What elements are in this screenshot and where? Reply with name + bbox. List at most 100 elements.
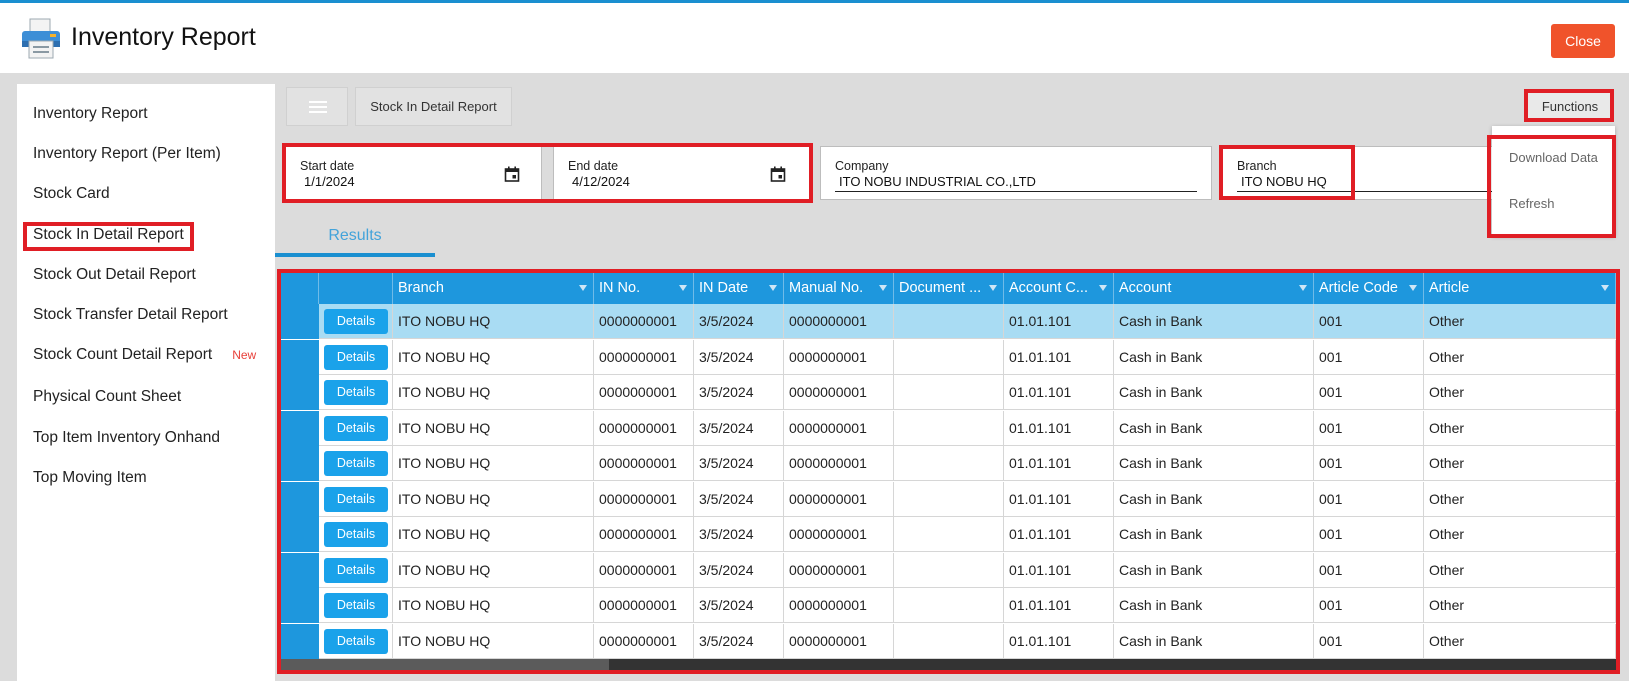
cell-document [894,552,1004,588]
table-row[interactable]: Details ITO NOBU HQ 0000000001 3/5/2024 0000… [281,517,1616,552]
cell-account: Cash in Bank [1114,588,1314,623]
refresh-menu-item[interactable]: Refresh [1509,196,1555,211]
cell-manual-no: 0000000001 [784,588,894,623]
column-header-article[interactable]: Article [1424,273,1616,304]
filter-icon[interactable] [1299,285,1307,291]
cell-in-no: 0000000001 [594,375,694,410]
cell-account-code: 01.01.101 [1004,375,1114,410]
cell-article-code: 001 [1314,623,1424,659]
details-button[interactable]: Details [324,344,388,370]
details-button[interactable]: Details [324,380,388,405]
tab-results-indicator [275,253,435,257]
start-date-field[interactable]: Start date 1/1/2024 [285,146,542,200]
column-header-in-date[interactable]: IN Date [694,273,784,304]
branch-underline [1237,191,1497,192]
cell-in-date: 3/5/2024 [694,552,784,588]
hamburger-icon [309,101,327,103]
table-row[interactable]: Details ITO NOBU HQ 0000000001 3/5/2024 0000… [281,552,1616,588]
cell-in-date: 3/5/2024 [694,410,784,446]
cell-account-code: 01.01.101 [1004,552,1114,588]
sidebar-item-top-item-inventory-onhand[interactable]: Top Item Inventory Onhand [33,429,220,447]
column-header-branch[interactable]: Branch [393,273,594,304]
cell-article-code: 001 [1314,588,1424,623]
company-field[interactable]: Company ITO NOBU INDUSTRIAL CO.,LTD [820,146,1212,200]
end-date-field[interactable]: End date 4/12/2024 [553,146,810,200]
calendar-icon[interactable] [770,166,786,182]
cell-branch: ITO NOBU HQ [393,481,594,517]
report-name-button[interactable]: Stock In Detail Report [355,87,512,126]
details-button[interactable]: Details [324,451,388,476]
cell-account-code: 01.01.101 [1004,481,1114,517]
details-button[interactable]: Details [324,557,388,583]
filter-icon[interactable] [579,285,587,291]
table-row[interactable]: Details ITO NOBU HQ 0000000001 3/5/2024 0000… [281,339,1616,375]
sidebar-item-stock-in-detail-report[interactable]: Stock In Detail Report [33,226,184,244]
table-row[interactable]: Details ITO NOBU HQ 0000000001 3/5/2024 0000… [281,410,1616,446]
cell-branch: ITO NOBU HQ [393,304,594,339]
details-button[interactable]: Details [324,309,388,334]
details-button[interactable]: Details [324,628,388,654]
filter-icon[interactable] [989,285,997,291]
horizontal-scrollbar[interactable] [281,659,1616,672]
sidebar-item-inventory-report-per-item[interactable]: Inventory Report (Per Item) [33,145,221,163]
row-indicator-header [281,273,319,304]
details-cell: Details [319,481,393,517]
column-header-document[interactable]: Document ... [894,273,1004,304]
details-button[interactable]: Details [324,486,388,512]
column-header-manual-no[interactable]: Manual No. [784,273,894,304]
sidebar-item-top-moving-item[interactable]: Top Moving Item [33,469,147,487]
column-header-article-code[interactable]: Article Code [1314,273,1424,304]
column-header-account-code[interactable]: Account C... [1004,273,1114,304]
cell-in-date: 3/5/2024 [694,375,784,410]
calendar-icon[interactable] [504,166,520,182]
table-row[interactable]: Details ITO NOBU HQ 0000000001 3/5/2024 0000… [281,446,1616,481]
column-header-account[interactable]: Account [1114,273,1314,304]
filter-icon[interactable] [679,285,687,291]
scrollbar-thumb[interactable] [281,659,609,672]
filter-icon[interactable] [1601,285,1609,291]
table-row[interactable]: Details ITO NOBU HQ 0000000001 3/5/2024 0000… [281,588,1616,623]
filter-icon[interactable] [879,285,887,291]
filter-icon[interactable] [1099,285,1107,291]
sidebar-item-inventory-report[interactable]: Inventory Report [33,105,148,123]
cell-account: Cash in Bank [1114,304,1314,339]
details-button[interactable]: Details [324,522,388,547]
close-button[interactable]: Close [1551,24,1615,58]
cell-manual-no: 0000000001 [784,339,894,375]
column-header-in-no[interactable]: IN No. [594,273,694,304]
download-data-menu-item[interactable]: Download Data [1509,150,1598,165]
hamburger-menu-button[interactable] [286,87,348,126]
start-date-label: Start date [300,159,355,173]
cell-article: Other [1424,623,1616,659]
cell-article-code: 001 [1314,446,1424,481]
table-row[interactable]: Details ITO NOBU HQ 0000000001 3/5/2024 0000… [281,375,1616,410]
table-row[interactable]: Details ITO NOBU HQ 0000000001 3/5/2024 0000… [281,304,1616,339]
cell-in-no: 0000000001 [594,481,694,517]
company-value: ITO NOBU INDUSTRIAL CO.,LTD [839,174,1036,189]
sidebar-item-stock-card[interactable]: Stock Card [33,185,110,203]
details-cell: Details [319,446,393,481]
cell-branch: ITO NOBU HQ [393,623,594,659]
functions-button[interactable]: Functions [1528,92,1612,122]
sidebar-item-stock-out-detail-report[interactable]: Stock Out Detail Report [33,266,196,284]
details-button[interactable]: Details [324,415,388,441]
table-row[interactable]: Details ITO NOBU HQ 0000000001 3/5/2024 0000… [281,481,1616,517]
cell-manual-no: 0000000001 [784,623,894,659]
filter-icon[interactable] [1409,285,1417,291]
filter-icon[interactable] [769,285,777,291]
column-header-label: Article [1429,280,1470,296]
branch-field[interactable]: Branch ITO NOBU HQ [1222,146,1512,200]
app-title: Inventory Report [71,23,256,51]
details-button[interactable]: Details [324,593,388,618]
cell-branch: ITO NOBU HQ [393,588,594,623]
row-indicator-cell [281,623,319,659]
new-badge: New [232,348,257,362]
sidebar-item-physical-count-sheet[interactable]: Physical Count Sheet [33,388,181,406]
table-row[interactable]: Details ITO NOBU HQ 0000000001 3/5/2024 0000… [281,623,1616,659]
functions-dropdown: Download Data Refresh [1492,126,1615,236]
cell-document [894,517,1004,552]
column-header-label: Branch [398,280,444,296]
sidebar-item-stock-transfer-detail-report[interactable]: Stock Transfer Detail Report [33,306,228,324]
details-header [319,273,393,304]
sidebar-item-stock-count-detail-report[interactable]: Stock Count Detail Report New [33,346,256,364]
